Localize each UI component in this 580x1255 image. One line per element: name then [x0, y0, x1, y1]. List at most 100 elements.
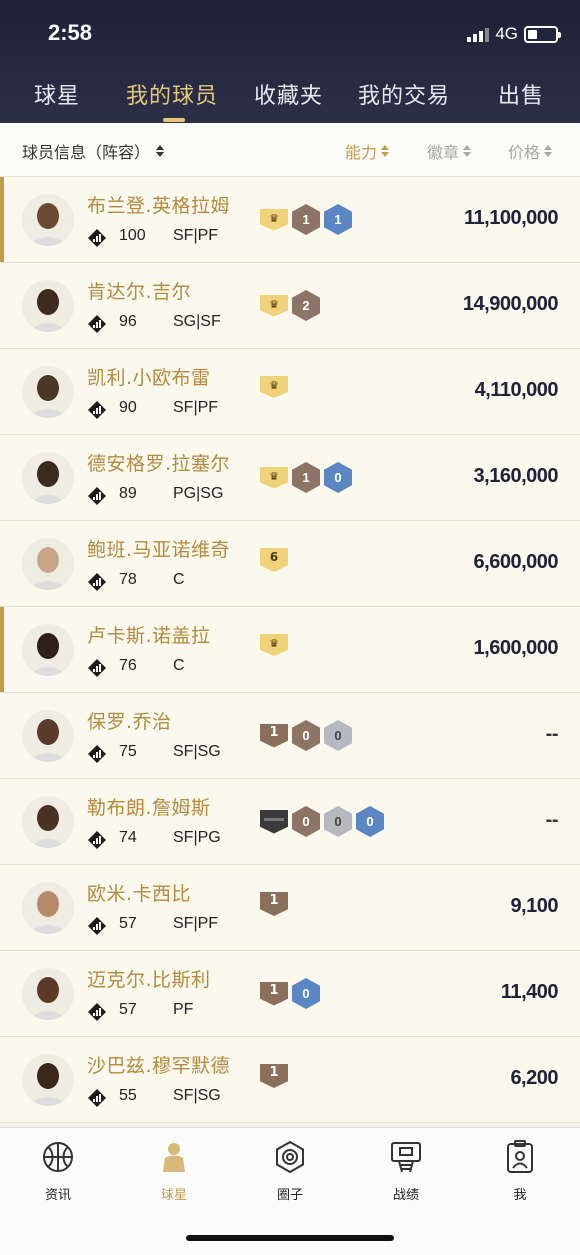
- player-avatar: [22, 280, 74, 332]
- bronze-hex-badge: 0: [292, 720, 320, 751]
- player-price: 1,600,000: [473, 637, 559, 659]
- player-avatar: [22, 882, 74, 934]
- brown-flag-badge: 1: [260, 723, 288, 748]
- player-avatar: [22, 1054, 74, 1106]
- bottom-tab-label: 球星: [160, 1188, 187, 1203]
- player-rating: 90: [119, 399, 137, 416]
- battery-icon: [524, 25, 561, 43]
- bronze-hex-badge: 1: [292, 204, 320, 235]
- player-list: 布兰登.英格拉姆 100 SF|PF ♛ 1 1 11,100,000 肯达尔.吉尔 96 SG|…: [0, 177, 580, 1123]
- player-rating: 76: [119, 657, 137, 674]
- sort-arrows-icon: [544, 145, 553, 157]
- player-row[interactable]: 肯达尔.吉尔 96 SG|SF ♛ 2 14,900,000: [0, 263, 580, 349]
- player-row[interactable]: 布兰登.英格拉姆 100 SF|PF ♛ 1 1 11,100,000: [0, 177, 580, 263]
- stats-icon: [87, 916, 107, 936]
- player-row[interactable]: 沙巴兹.穆罕默德 55 SF|SG 1 6,200: [0, 1037, 580, 1123]
- dark-flag-badge: [260, 809, 288, 834]
- sort-arrows-icon: [381, 145, 390, 157]
- gold-flag-badge: 6: [260, 548, 288, 572]
- crown-badge-icon: ♛: [260, 634, 288, 656]
- player-row[interactable]: 勒布朗.詹姆斯 74 SF|PG 0 0 0 --: [0, 779, 580, 865]
- player-position: SF|PF: [173, 915, 219, 932]
- tab-my-trades[interactable]: 我的交易: [358, 78, 450, 110]
- silver-hex-badge: 0: [324, 720, 352, 751]
- player-price: 14,900,000: [462, 293, 559, 315]
- player-position: PF: [173, 1001, 194, 1018]
- player-row[interactable]: 欧米.卡西比 57 SF|PF 1 9,100: [0, 865, 580, 951]
- active-tab-indicator: [163, 118, 185, 122]
- blue-hex-badge: 1: [324, 204, 352, 235]
- player-position: C: [173, 657, 185, 674]
- player-position: SG|SF: [173, 313, 221, 330]
- player-rating: 96: [119, 313, 137, 330]
- player-avatar: [22, 710, 74, 762]
- sort-arrows-icon: [463, 145, 472, 157]
- player-avatar: [22, 452, 74, 504]
- player-rating: 89: [119, 485, 137, 502]
- badge-group: 1: [260, 1064, 288, 1088]
- player-rating: 74: [119, 829, 137, 846]
- status-indicators: 4G: [467, 24, 561, 44]
- badge-group: 10: [260, 978, 320, 1009]
- sort-badges[interactable]: 徽章: [427, 139, 472, 163]
- player-name: 布兰登.英格拉姆: [87, 195, 231, 217]
- bottom-tab-circle[interactable]: 圈子: [250, 1140, 330, 1203]
- badge-group: 000: [260, 806, 384, 837]
- badge-group: ♛: [260, 634, 288, 656]
- badge-group: ♛ 2: [260, 290, 320, 321]
- stats-icon: [87, 1002, 107, 1022]
- lineup-filter[interactable]: 球员信息（阵容）: [22, 139, 165, 163]
- player-position: PG|SG: [173, 485, 224, 502]
- player-row[interactable]: 凯利.小欧布雷 90 SF|PF ♛ 4,110,000: [0, 349, 580, 435]
- bottom-tab-record[interactable]: 战绩: [366, 1140, 446, 1203]
- tab-favorites[interactable]: 收藏夹: [254, 78, 323, 110]
- crown-badge-icon: ♛: [260, 376, 288, 398]
- player-price: --: [545, 723, 559, 745]
- player-name: 迈克尔.比斯利: [87, 969, 211, 991]
- tab-sell[interactable]: 出售: [498, 78, 544, 110]
- blue-hex-badge: 0: [324, 462, 352, 493]
- player-position: SF|SG: [173, 743, 221, 760]
- player-position: SF|PF: [173, 227, 219, 244]
- player-price: 9,100: [510, 895, 558, 917]
- player-price: 6,600,000: [473, 551, 559, 573]
- bottom-tab-label: 战绩: [392, 1188, 419, 1203]
- player-name: 卢卡斯.诺盖拉: [87, 625, 211, 647]
- player-row[interactable]: 保罗.乔治 75 SF|SG 1 0 0 --: [0, 693, 580, 779]
- crown-badge-icon: ♛: [260, 208, 288, 231]
- player-avatar: [22, 366, 74, 418]
- player-price: --: [545, 809, 559, 831]
- sort-ability-label: 能力: [345, 143, 378, 162]
- player-position: SF|SG: [173, 1087, 221, 1104]
- tab-stars[interactable]: 球星: [34, 78, 80, 110]
- bottom-tab-stars[interactable]: 球星: [134, 1140, 214, 1203]
- blue-hex-badge: 0: [292, 978, 320, 1009]
- player-price: 11,100,000: [464, 207, 559, 229]
- blue-hex-badge: 0: [356, 806, 384, 837]
- player-name: 肯达尔.吉尔: [87, 281, 192, 303]
- sort-badges-label: 徽章: [427, 143, 460, 162]
- badge-group: ♛ 1 1: [260, 204, 352, 235]
- player-rating: 78: [119, 571, 137, 588]
- player-name: 德安格罗.拉塞尔: [87, 453, 231, 475]
- bottom-tab-label: 资讯: [44, 1188, 71, 1203]
- player-position: SF|PG: [173, 829, 221, 846]
- stats-icon: [87, 658, 107, 678]
- circle-icon: [276, 1140, 304, 1174]
- stats-icon: [87, 486, 107, 506]
- player-row[interactable]: 迈克尔.比斯利 57 PF 1 0 11,400: [0, 951, 580, 1037]
- player-row[interactable]: 德安格罗.拉塞尔 89 PG|SG ♛ 1 0 3,160,000: [0, 435, 580, 521]
- bottom-tab-me[interactable]: 我: [480, 1140, 560, 1203]
- sort-arrows-icon: [156, 145, 165, 157]
- player-row[interactable]: 卢卡斯.诺盖拉 76 C ♛ 1,600,000: [0, 607, 580, 693]
- player-avatar: [22, 538, 74, 590]
- player-row[interactable]: 鲍班.马亚诺维奇 78 C 6 6,600,000: [0, 521, 580, 607]
- bottom-tab-news[interactable]: 资讯: [18, 1140, 98, 1203]
- sort-price[interactable]: 价格: [508, 139, 553, 163]
- sort-ability[interactable]: 能力: [345, 139, 390, 163]
- copy-card-icon: [87, 744, 107, 764]
- silver-hex-badge: 0: [324, 806, 352, 837]
- player-name: 凯利.小欧布雷: [87, 367, 211, 389]
- tab-my-players[interactable]: 我的球员: [126, 78, 218, 110]
- brown-flag-badge: 1: [260, 1064, 288, 1088]
